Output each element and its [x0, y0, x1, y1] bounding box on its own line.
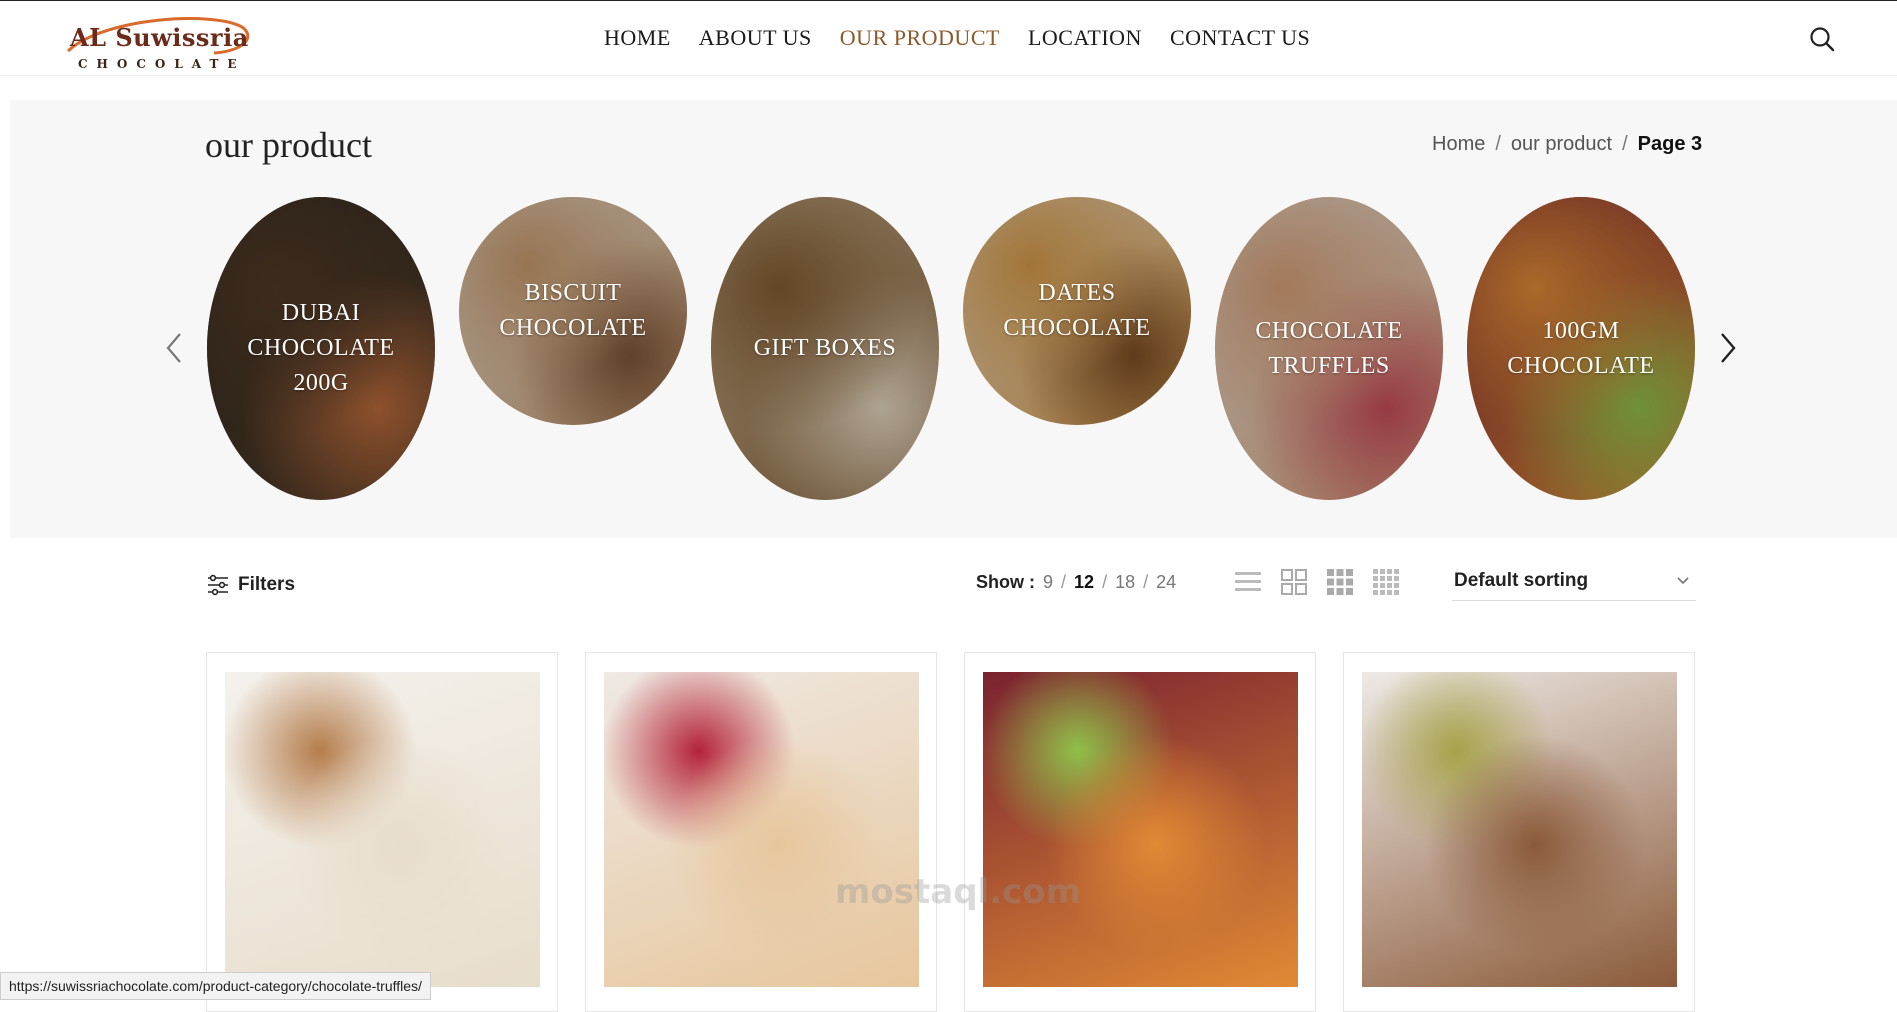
- breadcrumb: Home / our product / Page 3: [1432, 133, 1702, 156]
- product-card[interactable]: [1343, 652, 1695, 1012]
- show-separator: /: [1143, 572, 1149, 592]
- view-mode-switcher: [1234, 568, 1400, 596]
- product-card[interactable]: [585, 652, 937, 1012]
- show-separator: /: [1061, 572, 1067, 592]
- list-view-icon[interactable]: [1234, 568, 1262, 596]
- per-page-selector: Show : 9 / 12 / 18 / 24: [976, 572, 1176, 593]
- filters-label: Filters: [238, 574, 296, 595]
- show-option-12[interactable]: 12: [1074, 572, 1094, 593]
- brand-logo[interactable]: AL Suwissria CHOCOLATE: [64, 11, 254, 73]
- show-label: Show :: [976, 572, 1035, 592]
- breadcrumb-current: Page 3: [1637, 133, 1703, 155]
- category-100gm-chocolate[interactable]: 100GM CHOCOLATE: [1467, 197, 1695, 500]
- show-separator: /: [1102, 572, 1108, 592]
- product-card[interactable]: [964, 652, 1316, 1012]
- category-biscuit-chocolate[interactable]: BISCUIT CHOCOLATE: [459, 197, 687, 425]
- grid-4-icon[interactable]: [1372, 568, 1400, 596]
- nav-contact-us[interactable]: CONTACT US: [1170, 25, 1310, 55]
- breadcrumb-our-product[interactable]: our product: [1511, 133, 1612, 156]
- category-label: GIFT BOXES: [753, 335, 897, 361]
- category-dubai-chocolate[interactable]: DUBAI CHOCOLATE 200G: [207, 197, 435, 500]
- nav-location[interactable]: LOCATION: [1028, 25, 1142, 55]
- carousel-next-icon[interactable]: [1712, 330, 1742, 366]
- product-image[interactable]: [983, 672, 1298, 987]
- sort-label: Default sorting: [1454, 570, 1589, 591]
- breadcrumb-home[interactable]: Home: [1432, 133, 1485, 156]
- category-label: 100GM CHOCOLATE: [1507, 317, 1655, 379]
- search-icon[interactable]: [1808, 25, 1836, 53]
- nav-our-product[interactable]: OUR PRODUCT: [840, 25, 1000, 55]
- product-image[interactable]: [225, 672, 540, 987]
- breadcrumb-separator: /: [1622, 133, 1628, 155]
- category-label: CHOCOLATE TRUFFLES: [1255, 317, 1403, 379]
- product-image[interactable]: [604, 672, 919, 987]
- grid-2-icon[interactable]: [1280, 568, 1308, 596]
- chevron-down-icon: [1677, 577, 1689, 585]
- nav-home[interactable]: HOME: [604, 25, 671, 55]
- category-chocolate-truffles[interactable]: CHOCOLATE TRUFFLES: [1215, 197, 1443, 500]
- breadcrumb-separator: /: [1495, 133, 1501, 155]
- product-card[interactable]: [206, 652, 558, 1012]
- category-label: BISCUIT CHOCOLATE: [499, 280, 647, 341]
- carousel-prev-icon[interactable]: [160, 330, 190, 366]
- site-header: AL Suwissria CHOCOLATE HOME ABOUT US OUR…: [0, 0, 1897, 76]
- brand-tagline: CHOCOLATE: [78, 57, 246, 71]
- show-option-24[interactable]: 24: [1156, 572, 1176, 593]
- category-gift-boxes[interactable]: GIFT BOXES: [711, 197, 939, 500]
- grid-3-icon[interactable]: [1326, 568, 1354, 596]
- show-option-9[interactable]: 9: [1043, 572, 1053, 593]
- show-option-18[interactable]: 18: [1115, 572, 1135, 593]
- category-label: DUBAI CHOCOLATE 200G: [247, 300, 395, 396]
- product-image[interactable]: [1362, 672, 1677, 987]
- nav-about-us[interactable]: ABOUT US: [699, 25, 812, 55]
- category-label: DATES CHOCOLATE: [1003, 280, 1151, 341]
- filters-icon: [208, 574, 228, 596]
- status-bar-url: https://suwissriachocolate.com/product-c…: [0, 972, 431, 1000]
- category-dates-chocolate[interactable]: DATES CHOCOLATE: [963, 197, 1191, 425]
- main-nav: HOME ABOUT US OUR PRODUCT LOCATION CONTA…: [604, 25, 1338, 55]
- brand-name: AL Suwissria: [70, 23, 249, 52]
- filters-button[interactable]: Filters: [206, 572, 295, 598]
- sort-select[interactable]: Default sorting: [1452, 566, 1696, 601]
- page-title: our product: [205, 125, 372, 165]
